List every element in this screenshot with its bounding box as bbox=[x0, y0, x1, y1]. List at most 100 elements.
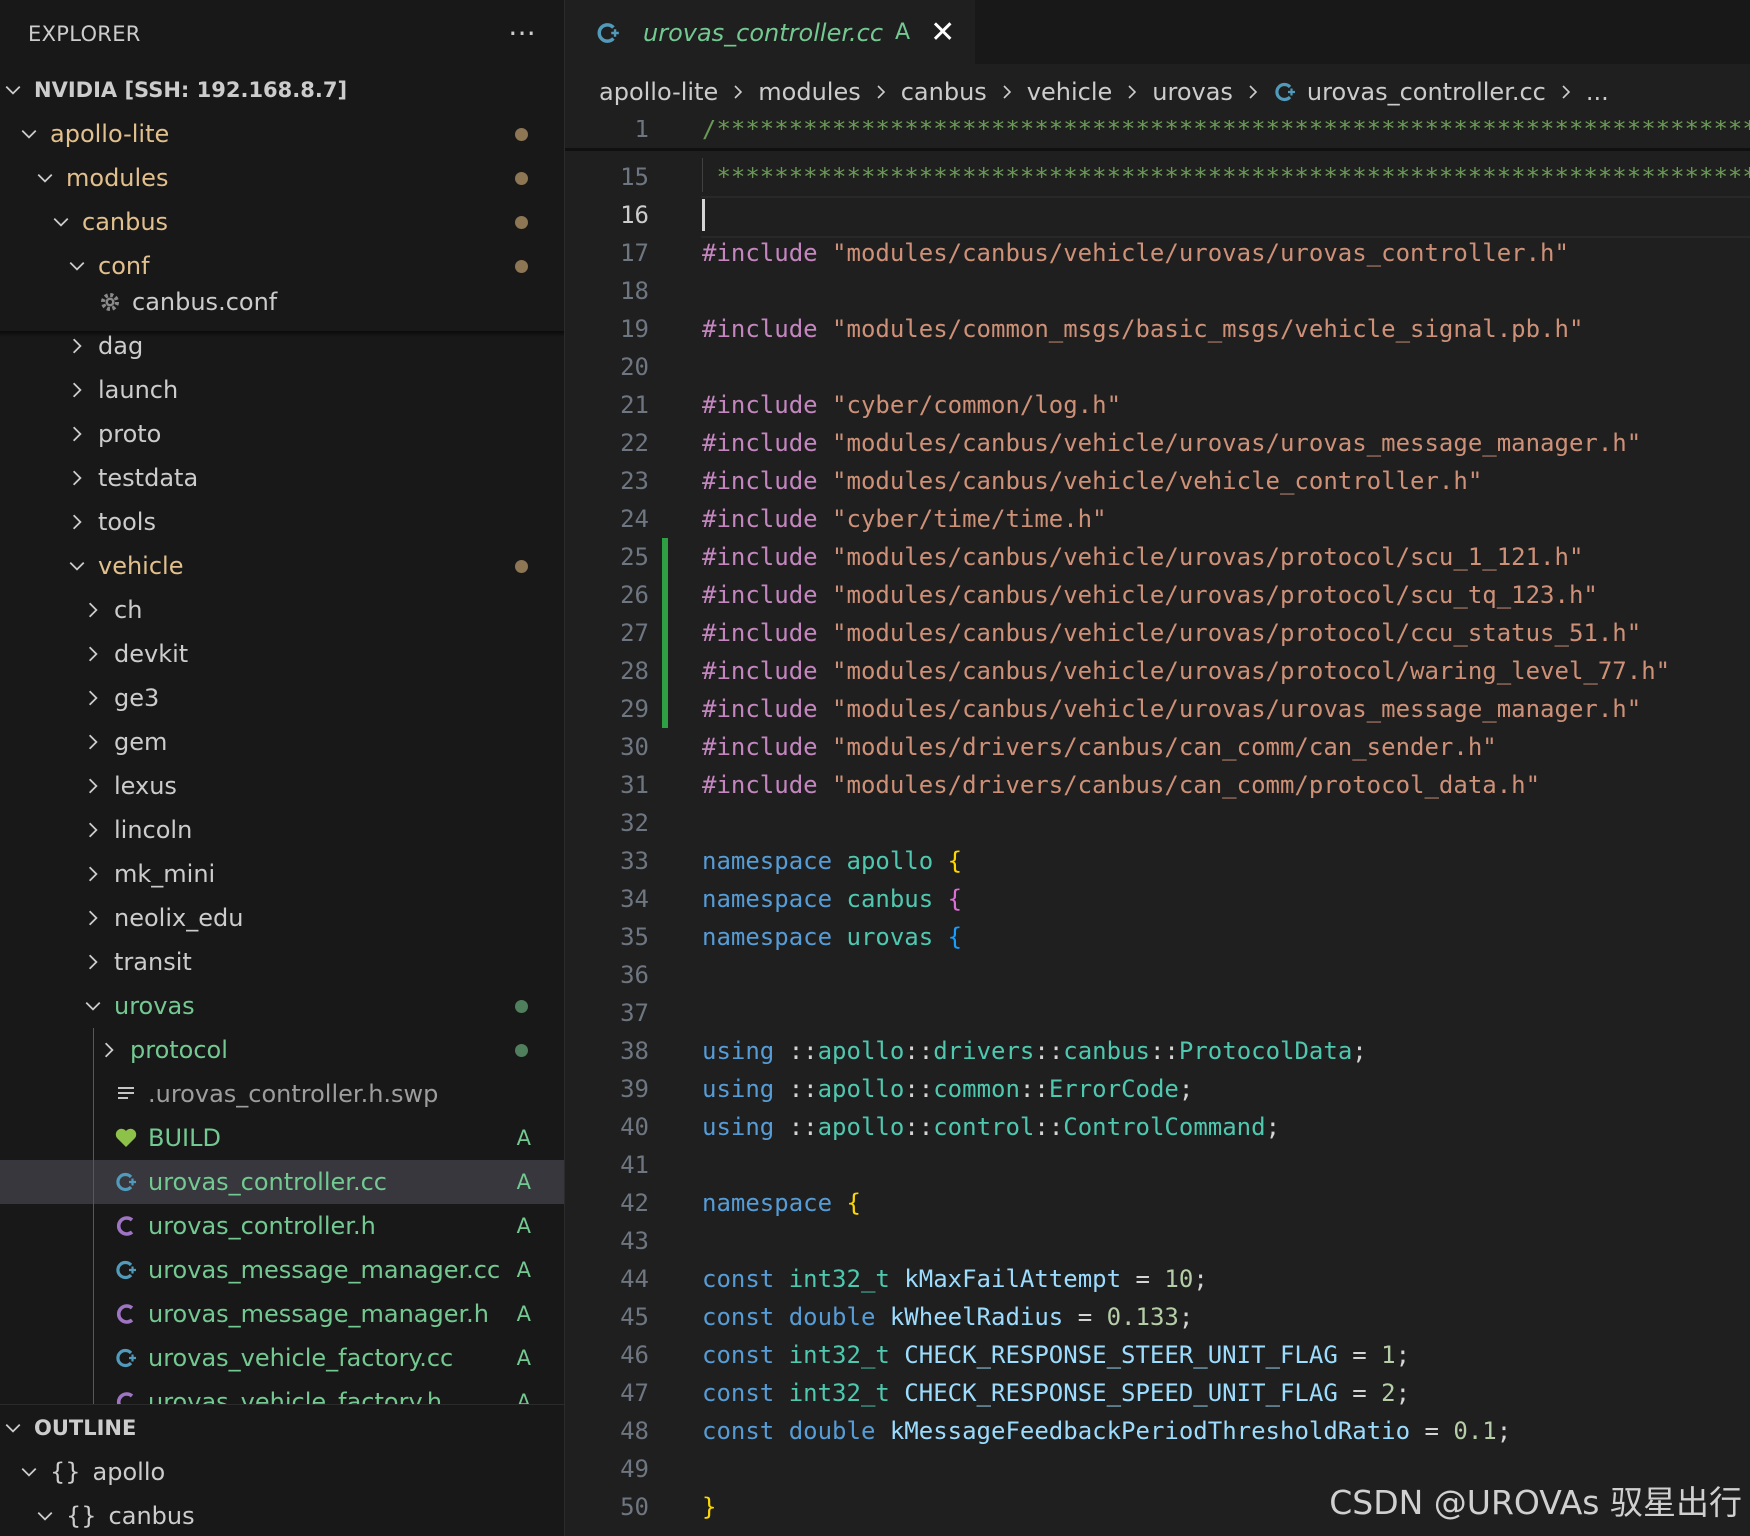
code-token: "modules/canbus/vehicle/urovas/protocol/… bbox=[832, 657, 1671, 685]
added-dot-icon bbox=[515, 1044, 528, 1057]
outline-header[interactable]: OUTLINE bbox=[0, 1404, 564, 1451]
tree-folder[interactable]: canbus bbox=[0, 200, 564, 244]
tree-folder[interactable]: tools bbox=[0, 500, 564, 544]
code-line: 35 namespace urovas { bbox=[565, 918, 1750, 956]
code-token: :: bbox=[904, 1113, 934, 1141]
cpp-file-icon bbox=[114, 1170, 138, 1194]
tree-folder[interactable]: gem bbox=[0, 720, 564, 764]
code-token: = bbox=[1410, 1417, 1454, 1445]
code-text: namespace apollo { bbox=[702, 842, 962, 880]
tree-folder[interactable]: modules bbox=[0, 156, 564, 200]
tree-file[interactable]: urovas_vehicle_factory.h A bbox=[0, 1380, 564, 1404]
breadcrumb-item[interactable]: urovas bbox=[1152, 78, 1233, 106]
tree-file[interactable]: urovas_vehicle_factory.cc A bbox=[0, 1336, 564, 1380]
tree-file[interactable]: canbus.conf bbox=[0, 280, 564, 324]
chevron-right-icon bbox=[84, 645, 102, 663]
code-token: ; bbox=[1178, 1075, 1194, 1103]
code-token: ProtocolData bbox=[1178, 1037, 1353, 1065]
outline-item[interactable]: {} apollo bbox=[0, 1450, 564, 1494]
code-editor[interactable]: 1 /**************************************… bbox=[565, 120, 1750, 1536]
tree-folder[interactable]: lexus bbox=[0, 764, 564, 808]
tree-file[interactable]: urovas_controller.cc A bbox=[0, 1160, 564, 1204]
tree-item-label: tools bbox=[98, 508, 156, 536]
tree-folder[interactable]: vehicle bbox=[0, 544, 564, 588]
breadcrumb-item[interactable]: canbus bbox=[901, 78, 987, 106]
code-token: apollo bbox=[846, 847, 948, 875]
code-token: namespace bbox=[702, 923, 847, 951]
tree-folder[interactable]: apollo-lite bbox=[0, 112, 564, 156]
line-number: 1 bbox=[634, 120, 649, 143]
tree-file[interactable]: urovas_message_manager.h A bbox=[0, 1292, 564, 1336]
tree-folder[interactable]: devkit bbox=[0, 632, 564, 676]
code-text: ****************************************… bbox=[702, 158, 1750, 196]
tree-item-label: launch bbox=[98, 376, 179, 404]
code-line: 36 bbox=[565, 956, 1750, 994]
tab-bar: urovas_controller.cc A ✕ bbox=[565, 0, 1750, 64]
code-line: 33 namespace apollo { bbox=[565, 842, 1750, 880]
code-token: apollo bbox=[817, 1037, 905, 1065]
line-number: 25 bbox=[620, 543, 649, 571]
code-token: :: bbox=[1034, 1113, 1064, 1141]
git-status-badge: A bbox=[516, 1346, 531, 1370]
tree-folder[interactable]: urovas bbox=[0, 984, 564, 1028]
tree-file[interactable]: urovas_controller.h A bbox=[0, 1204, 564, 1248]
explorer-title: EXPLORER bbox=[28, 22, 141, 46]
code-text: using ::apollo::control::ControlCommand; bbox=[702, 1108, 1280, 1146]
git-status-badge: A bbox=[516, 1214, 531, 1238]
modified-dot-icon bbox=[515, 216, 528, 229]
tree-item-label: urovas_vehicle_factory.cc bbox=[148, 1344, 454, 1372]
code-token: "modules/canbus/vehicle/vehicle_controll… bbox=[832, 467, 1483, 495]
breadcrumb-item[interactable]: vehicle bbox=[1027, 78, 1112, 106]
tree-folder[interactable]: ch bbox=[0, 588, 564, 632]
code-line: 45 const double kWheelRadius = 0.133; bbox=[565, 1298, 1750, 1336]
breadcrumb-item[interactable]: apollo-lite bbox=[599, 78, 718, 106]
chevron-right-icon bbox=[68, 513, 86, 531]
outline-item-label: canbus bbox=[108, 1502, 195, 1530]
tree-folder[interactable]: protocol bbox=[0, 1028, 564, 1072]
tree-folder[interactable]: transit bbox=[0, 940, 564, 984]
line-number: 22 bbox=[620, 429, 649, 457]
breadcrumb-item[interactable]: modules bbox=[758, 78, 860, 106]
tree-file[interactable]: .urovas_controller.h.swp bbox=[0, 1072, 564, 1116]
code-token: ; bbox=[1265, 1113, 1281, 1141]
tree-file[interactable]: BUILD A bbox=[0, 1116, 564, 1160]
more-actions-icon[interactable]: ··· bbox=[508, 20, 536, 48]
line-number: 28 bbox=[620, 657, 649, 685]
editor-tab-active[interactable]: urovas_controller.cc A ✕ bbox=[565, 0, 976, 64]
tree-folder[interactable]: lincoln bbox=[0, 808, 564, 852]
code-line: 17 #include "modules/canbus/vehicle/urova… bbox=[565, 234, 1750, 272]
c-header-icon bbox=[114, 1302, 138, 1326]
outline-item[interactable]: {} canbus bbox=[0, 1494, 564, 1536]
tab-git-status: A bbox=[895, 20, 911, 45]
workspace-root[interactable]: NVIDIA [SSH: 192.168.8.7] bbox=[0, 68, 564, 112]
code-text: #include "modules/canbus/vehicle/urovas/… bbox=[702, 690, 1641, 728]
chevron-down-icon bbox=[84, 997, 102, 1015]
code-token: ; bbox=[1395, 1379, 1411, 1407]
breadcrumb-item[interactable]: urovas_controller.cc bbox=[1307, 78, 1546, 106]
breadcrumb-item[interactable]: ... bbox=[1586, 78, 1609, 106]
workspace-root-label: NVIDIA [SSH: 192.168.8.7] bbox=[34, 78, 348, 102]
line-number: 24 bbox=[620, 505, 649, 533]
tree-file[interactable]: urovas_message_manager.cc A bbox=[0, 1248, 564, 1292]
code-token: "modules/drivers/canbus/can_comm/can_sen… bbox=[832, 733, 1497, 761]
code-token: const bbox=[702, 1303, 789, 1331]
code-token: #include bbox=[702, 581, 833, 609]
tree-folder[interactable]: neolix_edu bbox=[0, 896, 564, 940]
tab-label: urovas_controller.cc bbox=[643, 18, 884, 47]
close-icon[interactable]: ✕ bbox=[930, 17, 955, 48]
code-line: 15 *************************************… bbox=[565, 158, 1750, 196]
tree-folder[interactable]: testdata bbox=[0, 456, 564, 500]
tree-folder[interactable]: proto bbox=[0, 412, 564, 456]
code-token: using bbox=[702, 1075, 789, 1103]
tree-folder[interactable]: ge3 bbox=[0, 676, 564, 720]
code-token: ; bbox=[1193, 1265, 1208, 1293]
code-token: :: bbox=[904, 1075, 934, 1103]
tree-item-label: ch bbox=[114, 596, 143, 624]
tree-folder[interactable]: mk_mini bbox=[0, 852, 564, 896]
code-token: = bbox=[1063, 1303, 1107, 1331]
code-text: #include "modules/canbus/vehicle/urovas/… bbox=[702, 424, 1641, 462]
cpp-file-icon bbox=[597, 22, 619, 43]
tree-folder[interactable]: launch bbox=[0, 368, 564, 412]
code-line: 34 namespace canbus { bbox=[565, 880, 1750, 918]
chevron-right-icon bbox=[84, 865, 102, 883]
